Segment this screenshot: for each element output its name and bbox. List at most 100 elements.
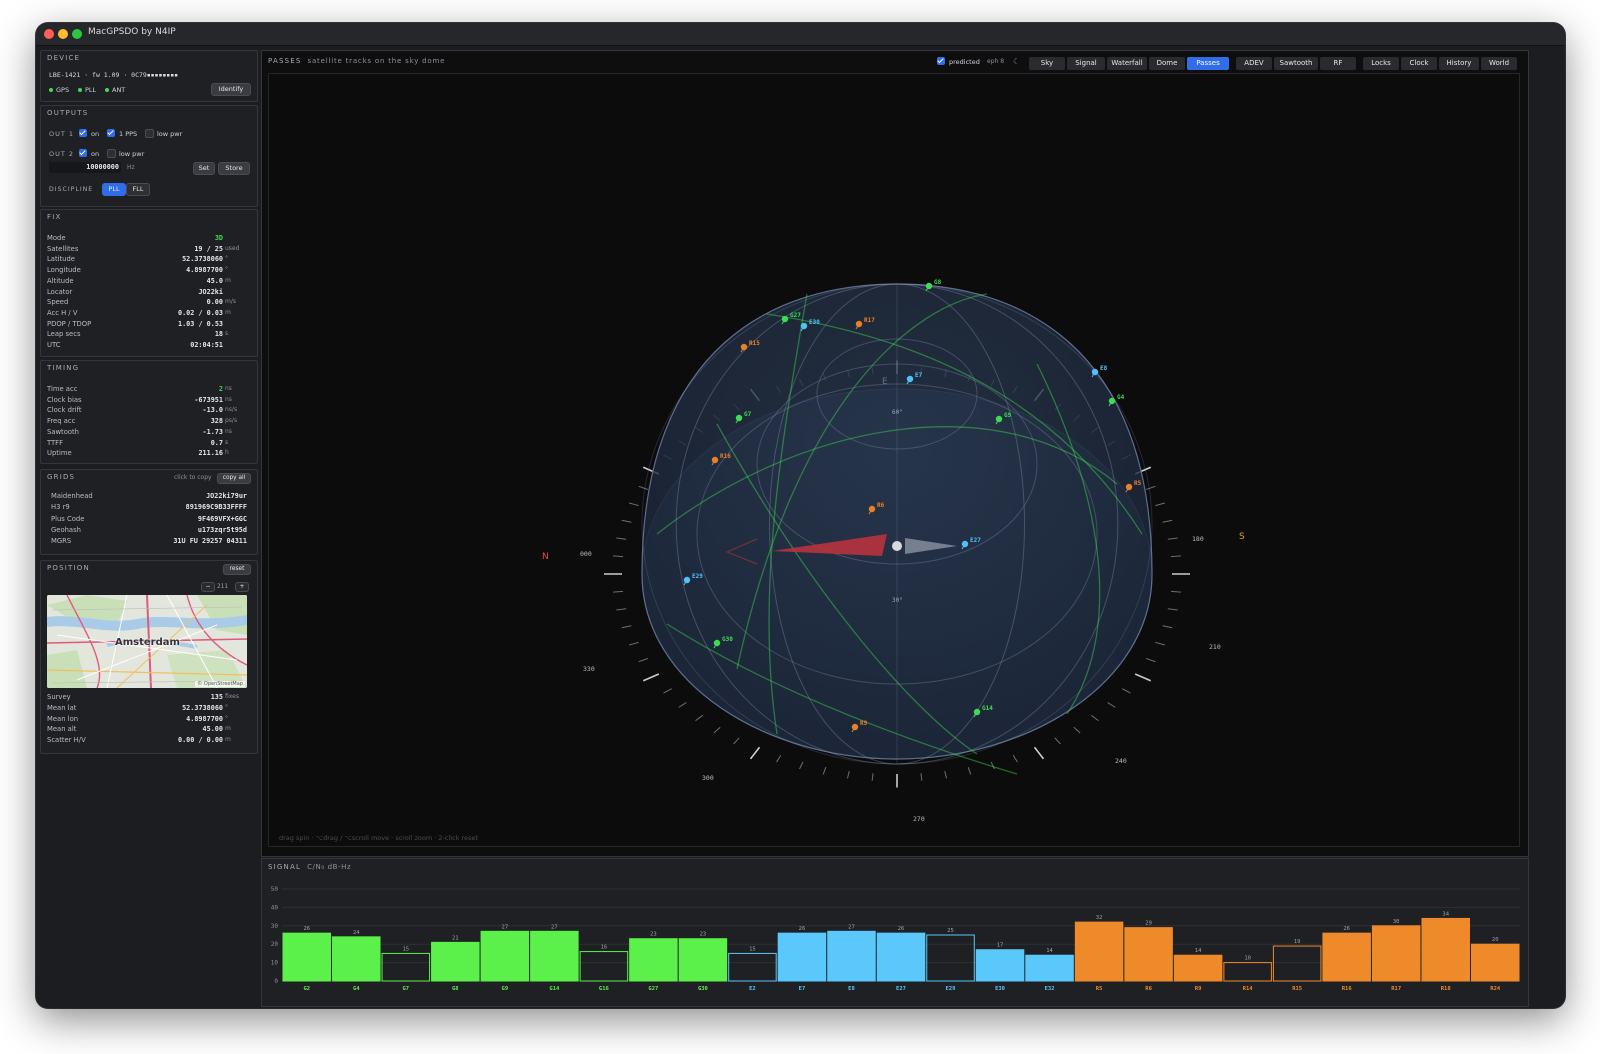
zoom-window-button[interactable] <box>72 29 82 39</box>
tab-history[interactable]: History <box>1439 57 1479 70</box>
row-unit: ns <box>225 385 232 392</box>
row-unit: m <box>225 276 231 284</box>
tab-adev[interactable]: ADEV <box>1236 57 1272 70</box>
bar-category-label: G4 <box>353 986 360 992</box>
satellite-label: R9 <box>860 720 868 727</box>
row-value: -673951 <box>194 395 223 404</box>
position-reset-button[interactable]: reset <box>223 564 251 575</box>
signal-bar <box>975 949 1025 982</box>
satellite-label: E8 <box>1100 365 1108 372</box>
tab-signal[interactable]: Signal <box>1067 57 1105 70</box>
row-label: Mean alt <box>47 725 77 734</box>
minimize-window-button[interactable] <box>58 29 68 39</box>
compass-tick <box>847 770 850 779</box>
identify-button[interactable]: Identify <box>211 83 251 96</box>
zoom-out-button[interactable]: − <box>201 582 215 592</box>
tab-clock[interactable]: Clock <box>1401 57 1437 70</box>
grids-panel: GRIDS click to copy copy all Maidenhead J… <box>40 469 258 555</box>
row-value: 31U FU 29257 04311 <box>173 537 247 546</box>
store-button[interactable]: Store <box>218 162 250 175</box>
out1-pps-checkbox[interactable] <box>107 129 115 137</box>
moon-icon[interactable]: ☾ <box>1013 57 1020 66</box>
bar-value-label: 32 <box>1096 915 1103 921</box>
sky-dome[interactable]: N S E 000 330 300 270 240 210 180 60° 30° G8 G27 E30 R1… <box>269 74 1519 846</box>
grids-row[interactable]: Maidenhead JO22ki79ur <box>51 492 251 502</box>
row-value: 3D <box>214 234 223 242</box>
bar-category-label: E32 <box>1045 986 1055 992</box>
bar-category-label: G7 <box>402 986 409 992</box>
out2-lowpwr-checkbox[interactable] <box>107 149 116 158</box>
position-row: Mean alt 45.00 m <box>47 725 251 735</box>
sky-dome-canvas[interactable]: N S E 000 330 300 270 240 210 180 60° 30° G8 G27 E30 R1… <box>268 73 1520 847</box>
row-unit: ps/s <box>225 417 238 425</box>
tab-world[interactable]: World <box>1481 57 1517 70</box>
position-row: Mean lat 52.3738060 ° <box>47 704 251 714</box>
signal-bar <box>1322 932 1371 982</box>
bar-value-label: 16 <box>601 945 608 951</box>
row-label: Speed <box>47 298 69 307</box>
tab-sawtooth[interactable]: Sawtooth <box>1274 57 1318 70</box>
tab-locks[interactable]: Locks <box>1363 57 1399 70</box>
grids-row[interactable]: H3 r9 891969C9B33FFFF <box>51 503 251 513</box>
bar-value-label: 30 <box>1393 919 1400 925</box>
row-label: Sawtooth <box>47 427 79 436</box>
bar-value-label: 14 <box>1046 948 1053 954</box>
grids-row[interactable]: Plus Code 9F469VFX+GGC <box>51 515 251 525</box>
bar-category-label: E29 <box>946 986 956 992</box>
compass-tick <box>1122 688 1131 694</box>
grids-row[interactable]: Geohash u173zqr5t95d <box>51 526 251 536</box>
tab-sky[interactable]: Sky <box>1029 57 1065 70</box>
fix-row: Acc H / V 0.02 / 0.03 m <box>47 309 251 319</box>
signal-bar <box>1470 943 1520 982</box>
compass-tick <box>678 702 687 708</box>
row-value: 211.16 <box>198 449 223 458</box>
out2-on-checkbox[interactable] <box>79 149 87 157</box>
row-label: Plus Code <box>51 514 85 523</box>
tab-dome[interactable]: Dome <box>1149 57 1185 70</box>
tab-passes[interactable]: Passes <box>1187 57 1229 70</box>
position-map[interactable]: Amsterdam © OpenStreetMap <box>47 595 247 688</box>
grids-row[interactable]: MGRS 31U FU 29257 04311 <box>51 537 251 547</box>
row-label: UTC <box>47 341 61 349</box>
zoom-in-button[interactable]: + <box>235 582 249 592</box>
out1-lowpwr-checkbox[interactable] <box>145 129 154 138</box>
row-label: Time acc <box>47 385 78 393</box>
sidebar: DEVICE LBE-1421 · fw 1.09 · 0C79▪▪▪▪▪▪▪▪… <box>40 50 258 1005</box>
satellite-label: R5 <box>1134 480 1142 487</box>
pll-toggle[interactable]: PLL <box>102 183 126 196</box>
row-unit: fixes <box>225 693 239 700</box>
predicted-checkbox[interactable] <box>937 57 945 65</box>
satellite-label: G30 <box>722 636 733 643</box>
compass-tick <box>663 688 672 694</box>
bar-category-label: E2 <box>749 986 756 992</box>
predicted-label: predicted <box>949 58 980 66</box>
fll-toggle[interactable]: FLL <box>126 183 150 196</box>
compass-north: N <box>542 552 549 562</box>
row-unit: m <box>225 725 231 733</box>
window-title: MacGPSDO by N4IP <box>88 27 176 37</box>
map-credit: © OpenStreetMap <box>195 681 245 687</box>
bar-value-label: 26 <box>898 926 905 932</box>
bar-value-label: 17 <box>997 943 1004 949</box>
canvas-hint: drag spin · ⌥drag / ⌥scroll move · scrol… <box>279 834 478 842</box>
set-button[interactable]: Set <box>193 162 215 175</box>
close-window-button[interactable] <box>44 29 54 39</box>
bar-category-label: G9 <box>502 986 509 992</box>
compass-tick <box>1012 754 1018 763</box>
fix-row: Locator JO22ki <box>47 288 251 298</box>
tab-rf[interactable]: RF <box>1320 57 1356 70</box>
signal-header: SIGNAL C/N₀ dB-Hz <box>268 863 352 871</box>
outputs-header: OUTPUTS <box>47 109 89 117</box>
bar-category-label: G8 <box>452 986 459 992</box>
compass-tick <box>990 761 995 770</box>
bar-value-label: 15 <box>749 946 756 952</box>
compass-tick <box>629 641 639 646</box>
row-value: 18 <box>214 330 223 339</box>
signal-bar <box>1173 954 1223 982</box>
frequency-input[interactable]: 10000000 <box>49 162 121 173</box>
out1-on-checkbox[interactable] <box>79 129 87 137</box>
tab-waterfall[interactable]: Waterfall <box>1107 57 1147 70</box>
copy-all-button[interactable]: copy all <box>217 473 251 484</box>
bar-category-label: G30 <box>698 986 708 992</box>
compass-tick <box>642 673 660 682</box>
